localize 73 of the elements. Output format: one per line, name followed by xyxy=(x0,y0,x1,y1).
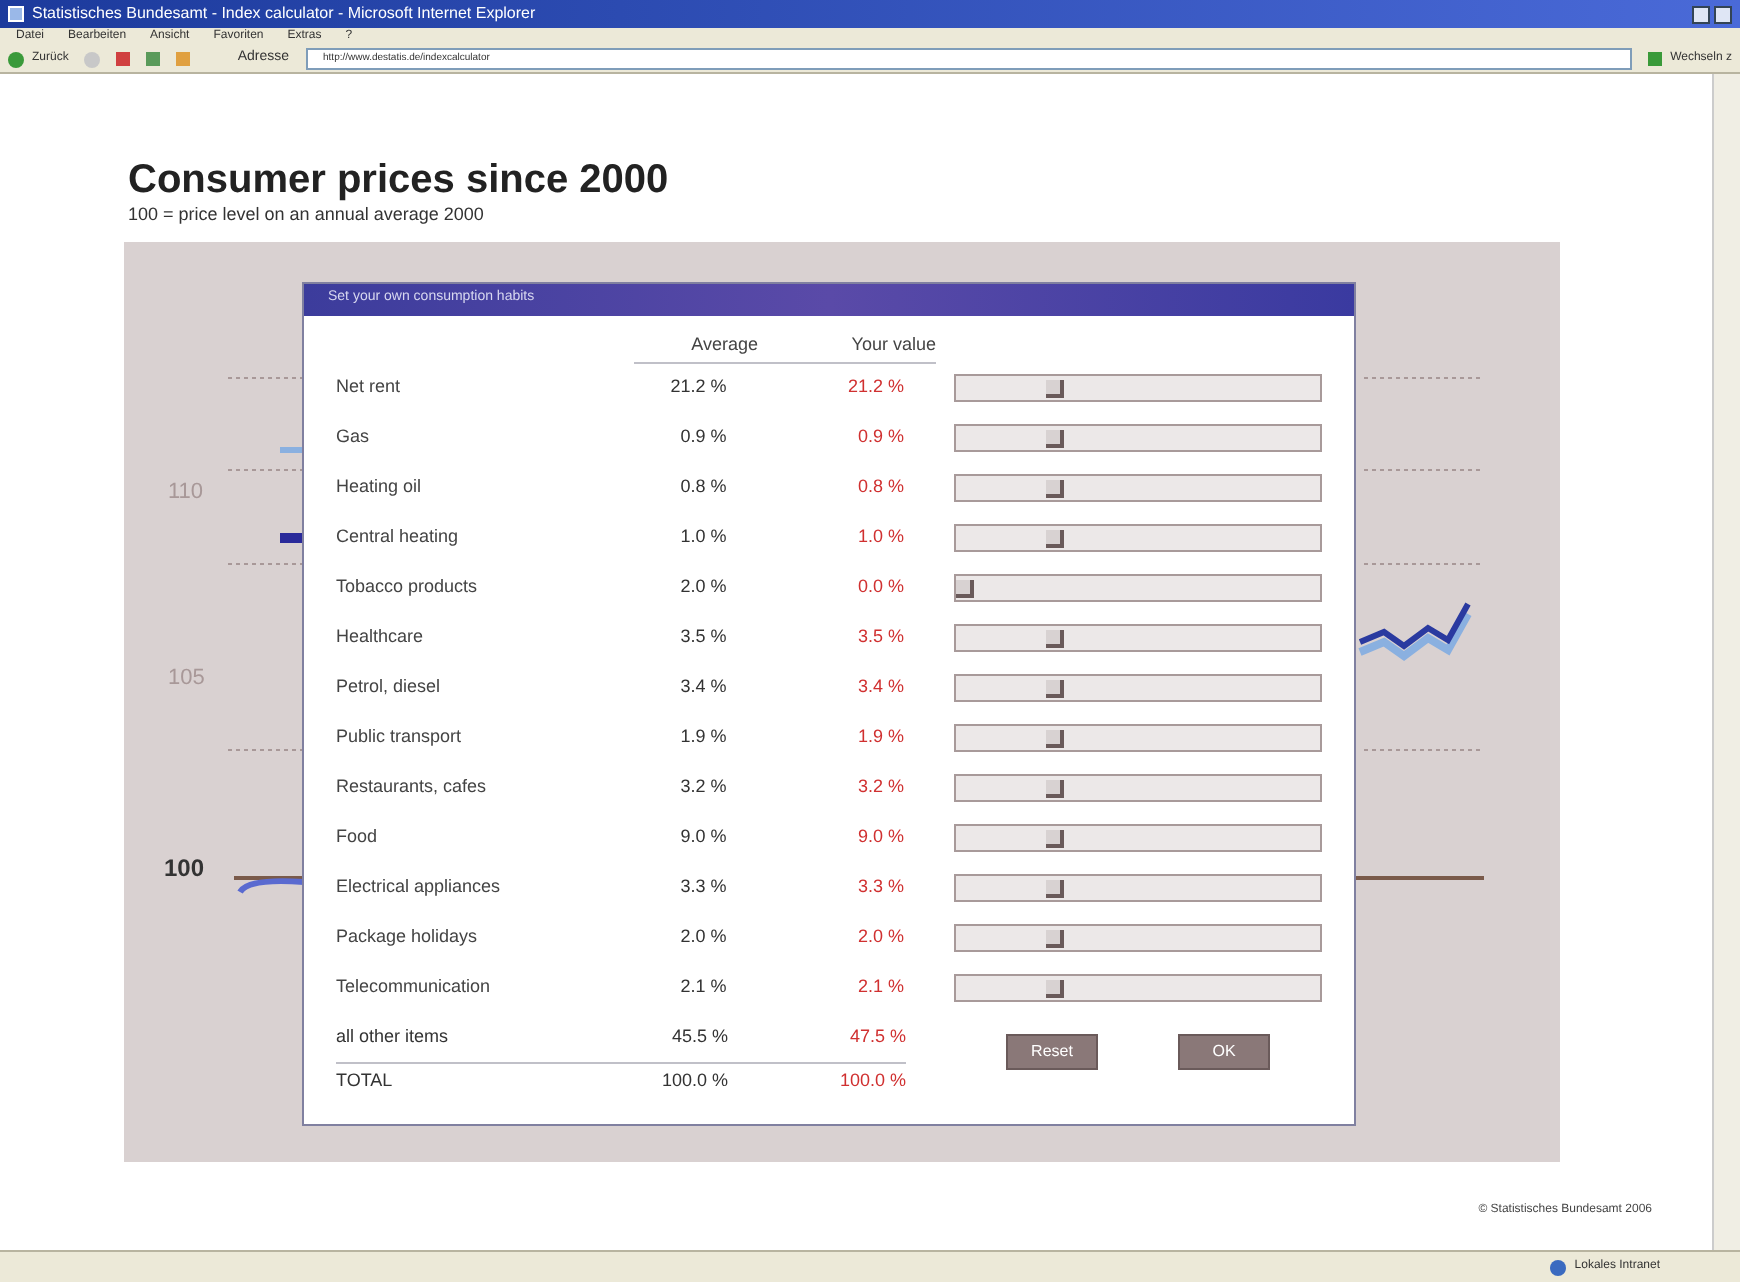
average-value: 100.0 % xyxy=(659,1068,728,1095)
your-value: 3.5 % xyxy=(855,624,904,651)
category-label: TOTAL xyxy=(336,1068,395,1095)
average-value: 2.0 % xyxy=(678,924,727,951)
maximize-icon[interactable] xyxy=(1714,5,1732,23)
category-label: Central heating xyxy=(336,524,461,551)
average-value: 2.1 % xyxy=(678,974,727,1001)
ok-button[interactable]: OK xyxy=(1178,1033,1270,1069)
slider-thumb[interactable] xyxy=(1045,480,1064,498)
page-title: Consumer prices since 2000 xyxy=(128,158,671,202)
y-axis-label: 110 xyxy=(168,477,204,507)
slider-thumb[interactable] xyxy=(1045,380,1064,398)
category-label: Electrical appliances xyxy=(336,874,503,901)
reset-button[interactable]: Reset xyxy=(1006,1033,1098,1069)
column-header: Average xyxy=(689,332,758,359)
average-value: 21.2 % xyxy=(668,374,727,401)
minimize-icon[interactable] xyxy=(1692,5,1710,23)
your-value: 3.2 % xyxy=(855,774,904,801)
category-label: Healthcare xyxy=(336,624,426,651)
average-value: 45.5 % xyxy=(669,1023,728,1050)
slider-thumb[interactable] xyxy=(1045,530,1064,548)
slider-thumb[interactable] xyxy=(1045,980,1064,998)
slider-thumb[interactable] xyxy=(1045,430,1064,448)
y-axis-label: 105 xyxy=(168,663,205,693)
slider-thumb[interactable] xyxy=(1045,880,1064,898)
slider-thumb[interactable] xyxy=(1045,780,1064,798)
average-value: 0.8 % xyxy=(678,474,727,501)
y-axis-label: 100 xyxy=(164,851,205,885)
your-value: 100.0 % xyxy=(837,1068,906,1095)
category-label: Food xyxy=(336,824,380,851)
average-value: 3.4 % xyxy=(678,674,727,701)
your-value: 3.4 % xyxy=(855,674,904,701)
category-label: Heating oil xyxy=(336,474,424,501)
average-value: 2.0 % xyxy=(678,574,727,601)
your-value: 2.1 % xyxy=(855,974,904,1001)
average-value: 3.3 % xyxy=(678,874,727,901)
category-label: Public transport xyxy=(336,724,464,751)
your-value: 47.5 % xyxy=(847,1023,906,1050)
browser-icon xyxy=(8,6,24,22)
your-value: 3.3 % xyxy=(855,874,904,901)
column-header: Your value xyxy=(849,332,936,359)
your-value: 9.0 % xyxy=(855,824,904,851)
average-value: 1.9 % xyxy=(678,724,727,751)
category-label: all other items xyxy=(336,1023,451,1050)
average-value: 1.0 % xyxy=(678,524,727,551)
category-label: Telecommunication xyxy=(336,974,493,1001)
category-label: Package holidays xyxy=(336,924,480,951)
page-subtitle: 100 = price level on an annual average 2000 xyxy=(128,202,486,228)
category-label: Tobacco products xyxy=(336,574,480,601)
slider-thumb[interactable] xyxy=(1045,930,1064,948)
your-value: 1.0 % xyxy=(855,524,904,551)
category-label: Net rent xyxy=(336,374,403,401)
globe-icon xyxy=(1550,1259,1567,1275)
category-label: Gas xyxy=(336,424,372,451)
window-title: Statistisches Bundesamt - Index calculator - Microsoft Internet Explorer xyxy=(32,2,536,26)
average-value: 9.0 % xyxy=(678,824,727,851)
slider-thumb[interactable] xyxy=(1045,830,1064,848)
slider-thumb[interactable] xyxy=(1045,630,1064,648)
your-value: 1.9 % xyxy=(855,724,904,751)
your-value: 0.8 % xyxy=(855,474,904,501)
your-value: 0.0 % xyxy=(855,574,904,601)
your-value: 21.2 % xyxy=(845,374,904,401)
average-value: 3.5 % xyxy=(678,624,727,651)
slider-thumb[interactable] xyxy=(1045,680,1064,698)
slider-thumb[interactable] xyxy=(1045,730,1064,748)
average-value: 0.9 % xyxy=(678,424,727,451)
your-value: 2.0 % xyxy=(855,924,904,951)
slider-thumb[interactable] xyxy=(956,580,974,598)
your-value: 0.9 % xyxy=(855,424,904,451)
category-label: Restaurants, cafes xyxy=(336,774,489,801)
category-label: Petrol, diesel xyxy=(336,674,443,701)
back-icon xyxy=(8,51,24,67)
average-value: 3.2 % xyxy=(678,774,727,801)
